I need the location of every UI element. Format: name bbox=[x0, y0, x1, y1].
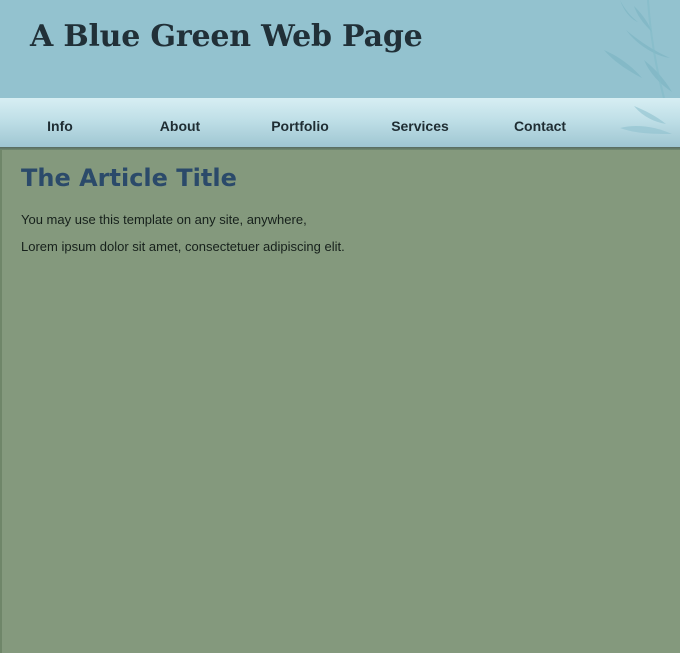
site-header: A Blue Green Web Page bbox=[0, 0, 680, 98]
bamboo-leaf-icon bbox=[604, 0, 672, 98]
main-navigation: Info About Portfolio Services Contact bbox=[0, 98, 680, 147]
nav-item-about[interactable]: About bbox=[120, 98, 240, 147]
site-title: A Blue Green Web Page bbox=[30, 19, 423, 54]
nav-item-contact[interactable]: Contact bbox=[480, 98, 600, 147]
nav-item-services[interactable]: Services bbox=[360, 98, 480, 147]
nav-item-portfolio[interactable]: Portfolio bbox=[240, 98, 360, 147]
article-title: The Article Title bbox=[21, 164, 237, 192]
article-paragraph: Lorem ipsum dolor sit amet, consectetuer… bbox=[21, 239, 345, 254]
nav-item-info[interactable]: Info bbox=[0, 98, 120, 147]
article-paragraph: You may use this template on any site, a… bbox=[21, 212, 307, 227]
nav-bottom-shadow bbox=[0, 147, 680, 150]
bamboo-leaf-icon bbox=[620, 106, 672, 134]
